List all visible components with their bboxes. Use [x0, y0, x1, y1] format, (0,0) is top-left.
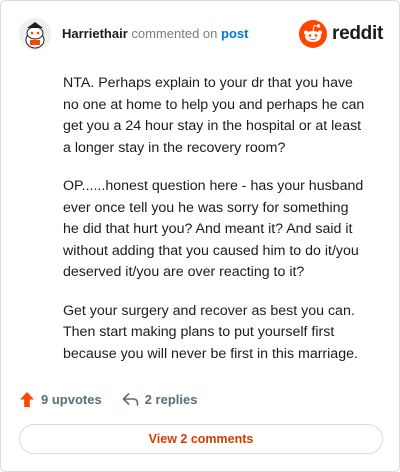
upvote-arrow-icon: [20, 392, 34, 407]
username[interactable]: Harriethair: [62, 26, 128, 41]
view-comments-button[interactable]: View 2 comments: [19, 424, 383, 454]
reply-count: 2 replies: [144, 392, 198, 407]
comment-meta: Harriethair commented on post: [62, 26, 248, 41]
avatar[interactable]: [19, 18, 51, 50]
view-comments-label: View 2 comments: [148, 432, 254, 446]
reply-arrow-icon: [122, 393, 138, 406]
upvote-count: 9 upvotes: [41, 392, 102, 407]
comment-actions: 9 upvotes 2 replies: [19, 391, 197, 408]
reddit-logo-icon: [299, 20, 328, 48]
replies-button[interactable]: 2 replies: [122, 392, 198, 407]
upvote-button[interactable]: 9 upvotes: [19, 391, 102, 408]
comment-paragraph: Get your surgery and recover as best you…: [63, 302, 358, 362]
action-text: commented on: [131, 26, 218, 41]
comment-paragraph: OP......honest question here - has your …: [63, 178, 364, 280]
comment-body: NTA. Perhaps explain to your dr that you…: [63, 73, 368, 382]
brand-wordmark: reddit: [332, 23, 383, 44]
comment-header: Harriethair commented on post reddit: [19, 18, 383, 50]
comment-paragraph: NTA. Perhaps explain to your dr that you…: [63, 75, 365, 156]
comment-card: Harriethair commented on post reddit NTA…: [0, 0, 400, 472]
snoo-avatar-icon: [19, 18, 51, 50]
post-link[interactable]: post: [221, 26, 248, 41]
reddit-brand[interactable]: reddit: [299, 18, 383, 50]
